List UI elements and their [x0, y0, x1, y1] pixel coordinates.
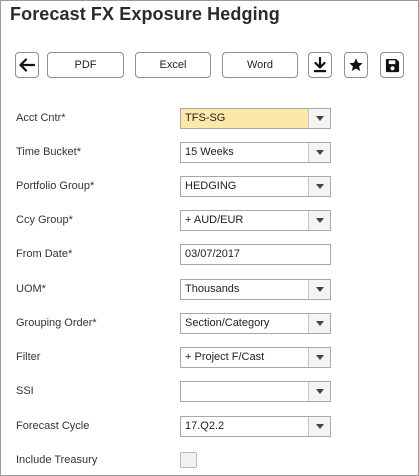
ssi-dropdown-button[interactable]: [308, 382, 330, 401]
ccy-group-value: + AUD/EUR: [185, 214, 244, 226]
pdf-button[interactable]: PDF: [47, 52, 124, 78]
uom-dropdown-button[interactable]: [308, 280, 330, 299]
from-date-value: 03/07/2017: [185, 248, 241, 260]
page-title: Forecast FX Exposure Hedging: [10, 4, 280, 24]
chevron-down-icon: [315, 184, 324, 189]
grouping-order-dropdown-button[interactable]: [308, 314, 330, 333]
word-button[interactable]: Word: [222, 52, 298, 78]
from-date-label: From Date*: [16, 248, 73, 260]
chevron-down-icon: [315, 389, 324, 394]
save-button[interactable]: [380, 52, 404, 78]
time-bucket-value: 15 Weeks: [185, 146, 234, 158]
acct-cntr-select[interactable]: TFS-SG: [180, 108, 331, 129]
portfolio-group-label: Portfolio Group*: [16, 180, 95, 192]
filter-dropdown-button[interactable]: [308, 348, 330, 367]
chevron-down-icon: [315, 218, 324, 223]
favorite-button[interactable]: [344, 52, 368, 78]
acct-cntr-value: TFS-SG: [185, 112, 226, 124]
floppy-disk-icon: [385, 58, 399, 72]
grouping-order-select[interactable]: Section/Category: [180, 313, 331, 334]
time-bucket-dropdown-button[interactable]: [308, 143, 330, 162]
chevron-down-icon: [315, 287, 324, 292]
report-panel: Forecast FX Exposure Hedging PDF Excel W…: [0, 0, 419, 476]
ccy-group-dropdown-button[interactable]: [308, 211, 330, 230]
chevron-down-icon: [315, 424, 324, 429]
chevron-down-icon: [315, 116, 324, 121]
portfolio-group-select[interactable]: HEDGING: [180, 176, 331, 197]
acct-cntr-label: Acct Cntr*: [16, 112, 66, 124]
portfolio-group-dropdown-button[interactable]: [308, 177, 330, 196]
ssi-label: SSI: [16, 385, 34, 397]
back-button[interactable]: [15, 52, 39, 78]
chevron-down-icon: [315, 321, 324, 326]
uom-select[interactable]: Thousands: [180, 279, 331, 300]
download-icon: [314, 57, 326, 73]
arrow-left-icon: [19, 58, 35, 72]
ccy-group-select[interactable]: + AUD/EUR: [180, 210, 331, 231]
forecast-cycle-value: 17.Q2.2: [185, 420, 225, 432]
include-treasury-label: Include Treasury: [16, 454, 98, 466]
star-icon: [349, 58, 363, 71]
time-bucket-select[interactable]: 15 Weeks: [180, 142, 331, 163]
forecast-cycle-dropdown-button[interactable]: [308, 417, 330, 436]
chevron-down-icon: [315, 150, 324, 155]
excel-button[interactable]: Excel: [135, 52, 211, 78]
download-button[interactable]: [308, 52, 332, 78]
grouping-order-label: Grouping Order*: [16, 317, 97, 329]
filter-select[interactable]: + Project F/Cast: [180, 347, 331, 368]
forecast-cycle-label: Forecast Cycle: [16, 420, 90, 432]
forecast-cycle-select[interactable]: 17.Q2.2: [180, 416, 331, 437]
from-date-input[interactable]: 03/07/2017: [180, 244, 331, 265]
time-bucket-label: Time Bucket*: [16, 146, 82, 158]
uom-value: Thousands: [185, 283, 240, 295]
ssi-select[interactable]: [180, 381, 331, 402]
grouping-order-value: Section/Category: [185, 317, 270, 329]
include-treasury-checkbox[interactable]: [180, 452, 197, 468]
filter-label: Filter: [16, 351, 41, 363]
uom-label: UOM*: [16, 283, 46, 295]
portfolio-group-value: HEDGING: [185, 180, 237, 192]
ccy-group-label: Ccy Group*: [16, 214, 73, 226]
chevron-down-icon: [315, 355, 324, 360]
filter-value: + Project F/Cast: [185, 351, 265, 363]
acct-cntr-dropdown-button[interactable]: [308, 109, 330, 128]
